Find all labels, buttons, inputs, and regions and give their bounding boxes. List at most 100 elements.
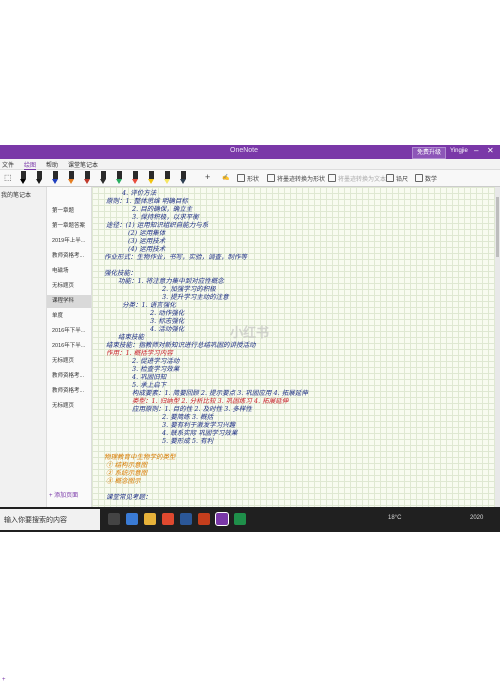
pen-icon[interactable]	[164, 171, 171, 184]
page-item[interactable]: 课程学科	[47, 295, 91, 308]
pen-body	[101, 171, 106, 179]
pen-icon[interactable]	[180, 171, 187, 184]
shapes-button[interactable]: 形状	[237, 174, 259, 183]
notebook-selector[interactable]: 我的笔记本	[1, 190, 31, 199]
handwritten-line: ③ 概念图示	[106, 477, 141, 485]
ruler-icon	[386, 174, 394, 182]
pen-icon[interactable]	[68, 171, 75, 184]
pen-body	[37, 171, 42, 179]
ribbon-tabs: 文件 绘图 帮助 课堂笔记本	[0, 159, 500, 170]
ruler-button[interactable]: 铅尺	[386, 174, 408, 183]
scroll-thumb[interactable]	[496, 197, 499, 257]
pen-tip	[52, 179, 58, 184]
pen-tip	[36, 179, 42, 184]
clock: 2020	[470, 515, 484, 521]
math-icon	[415, 174, 423, 182]
page-item[interactable]: 无标题页	[47, 400, 91, 413]
ink-to-shape-button[interactable]: 将墨迹转换为形状	[267, 174, 325, 183]
ink-to-text-label: 将墨迹转换为文本	[338, 177, 387, 183]
pen-tip	[68, 179, 74, 184]
search-placeholder: 输入你要搜索的内容	[4, 517, 67, 524]
pen-icon[interactable]	[52, 171, 59, 184]
onenote-icon[interactable]	[215, 512, 229, 526]
draw-toolbar: ⬚ + ✍ 形状 将墨迹转换为形状 将墨迹转换为文本 铅尺 数学	[0, 170, 500, 187]
user-name[interactable]: Yingjie	[450, 148, 468, 154]
minimize-icon[interactable]: –	[474, 146, 478, 155]
close-icon[interactable]: ✕	[487, 146, 494, 155]
handwritten-line: 作业形式：生物作业，书写，实验，调查，制作等	[104, 253, 247, 261]
note-canvas[interactable]: 4. 评价方法 原则：1. 整体思维 明确目标 2. 目的确保，确立主 3. 保持积极…	[92, 187, 500, 507]
weather-text: 18°C	[388, 515, 402, 521]
window-title: OneNote	[230, 147, 259, 154]
blank-area-above-window	[0, 0, 500, 145]
page-item[interactable]: 教师资格考...	[47, 250, 91, 263]
page-item[interactable]: 教师资格考...	[47, 385, 91, 398]
file-explorer-icon[interactable]	[144, 513, 156, 525]
pen-tip	[84, 179, 90, 184]
ink-to-shape-label: 将墨迹转换为形状	[277, 177, 326, 183]
powerpoint-icon[interactable]	[198, 513, 210, 525]
pen-icon[interactable]	[84, 171, 91, 184]
pen-tip	[180, 179, 186, 184]
tab-file[interactable]: 文件	[2, 160, 14, 169]
page-item[interactable]: 无标题页	[47, 355, 91, 368]
shapes-icon	[237, 174, 245, 182]
pen-body	[149, 171, 154, 179]
page-item[interactable]: 单度	[47, 310, 91, 323]
math-label: 数学	[425, 177, 438, 183]
add-pen-icon[interactable]: +	[205, 172, 210, 182]
ruler-label: 铅尺	[396, 177, 409, 183]
handwritten-line: 5. 要形成 5. 有利	[162, 437, 214, 445]
tab-help[interactable]: 帮助	[46, 160, 58, 169]
tab-draw[interactable]: 绘图	[24, 160, 37, 170]
title-bar: OneNote 免费升级 Yingjie – ✕	[0, 145, 500, 159]
scrollbar[interactable]	[495, 187, 500, 507]
pen-body	[117, 171, 122, 179]
page-item[interactable]: 无标题页	[47, 280, 91, 293]
handwritten-line: 课堂常见考题：	[106, 493, 152, 501]
pen-body	[53, 171, 58, 179]
shapes-label: 形状	[247, 177, 260, 183]
pen-icon[interactable]	[116, 171, 123, 184]
taskbar-search[interactable]: 输入你要搜索的内容	[0, 509, 100, 530]
page-item[interactable]: 第一章题	[47, 205, 91, 218]
math-button[interactable]: 数学	[415, 174, 437, 183]
pen-tip	[100, 179, 106, 184]
page-item[interactable]: 第一章题答案	[47, 220, 91, 233]
word-icon[interactable]	[180, 513, 192, 525]
page-item[interactable]: 2016年下半...	[47, 325, 91, 338]
add-section-button[interactable]: +	[2, 677, 6, 683]
app-green-icon[interactable]	[234, 513, 246, 525]
add-page-button[interactable]: + 添加页面	[49, 490, 78, 499]
pen-tip	[148, 179, 154, 184]
page-list: 第一章题 第一章题答案 2019年上半... 教师资格考... 电磁场 无标题页 课程学科单…	[47, 187, 92, 507]
notebook-sidebar: 我的笔记本 +	[0, 187, 47, 683]
pen-body	[133, 171, 138, 179]
ink-to-text-button[interactable]: 将墨迹转换为文本	[328, 174, 386, 183]
ink-replay-icon[interactable]: ✍	[222, 174, 229, 181]
pen-tip	[116, 179, 122, 184]
upgrade-button[interactable]: 免费升级	[412, 147, 447, 159]
pen-icon[interactable]	[20, 171, 27, 184]
page-item[interactable]: 电磁场	[47, 265, 91, 278]
pen-body	[69, 171, 74, 179]
tab-class-notebook[interactable]: 课堂笔记本	[68, 160, 98, 169]
pen-tip	[132, 179, 138, 184]
handwritten-line: 4. 活动强化	[150, 325, 185, 333]
task-view-icon[interactable]	[108, 513, 120, 525]
watermark: 小红书	[230, 325, 270, 340]
ink-to-shape-icon	[267, 174, 275, 182]
lasso-icon[interactable]: ⬚	[4, 173, 12, 182]
pen-body	[181, 171, 186, 179]
app-red-icon[interactable]	[162, 513, 174, 525]
pen-tip	[20, 179, 26, 184]
edge-icon[interactable]	[126, 513, 138, 525]
pen-icon[interactable]	[36, 171, 43, 184]
pen-icon[interactable]	[132, 171, 139, 184]
page-item[interactable]: 2016年下半...	[47, 340, 91, 353]
pen-icon[interactable]	[148, 171, 155, 184]
add-page-label: 添加页面	[54, 493, 79, 499]
pen-icon[interactable]	[100, 171, 107, 184]
page-item[interactable]: 教师资格考...	[47, 370, 91, 383]
page-item[interactable]: 2019年上半...	[47, 235, 91, 248]
